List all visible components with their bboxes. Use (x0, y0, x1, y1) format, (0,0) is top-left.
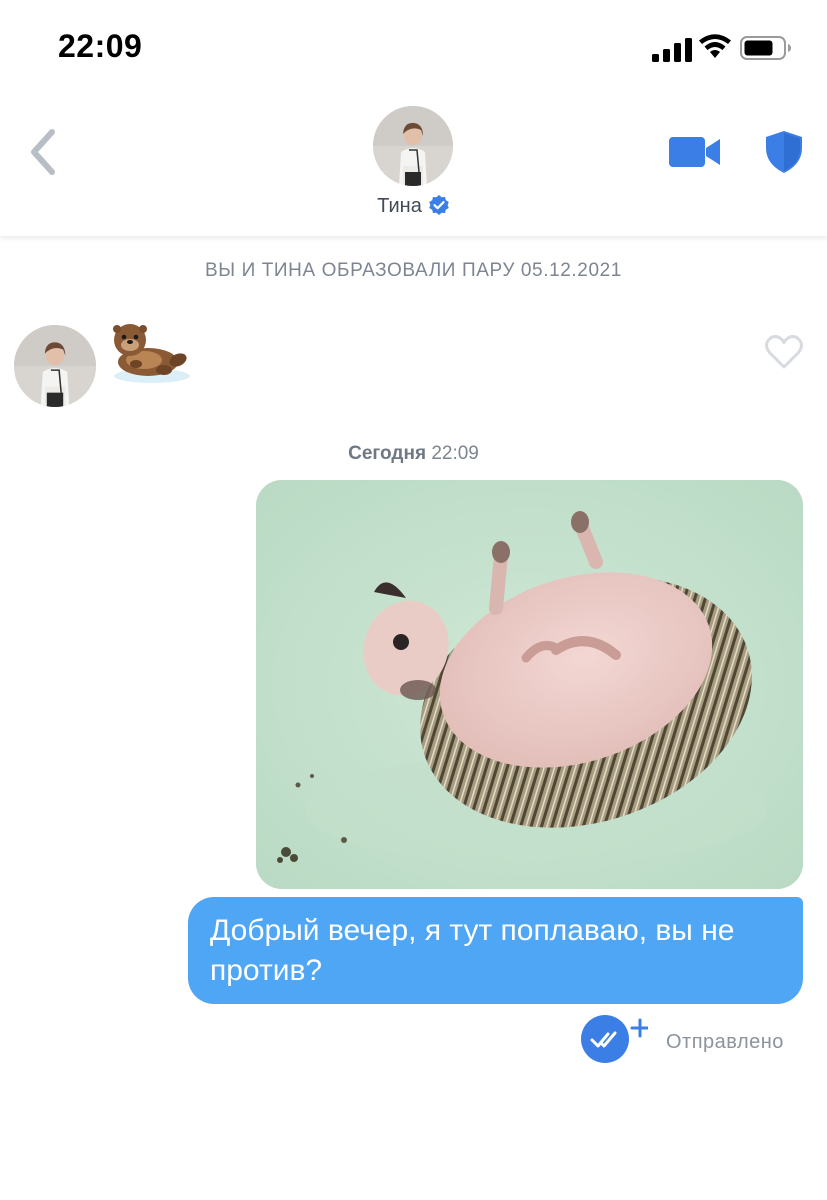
outgoing-image-message[interactable] (256, 480, 803, 889)
double-check-plus-icon[interactable] (580, 1014, 648, 1064)
date-separator-day: Сегодня (348, 443, 427, 464)
chevron-left-icon[interactable] (24, 126, 64, 178)
verified-badge-icon (429, 195, 449, 215)
otter-sticker (113, 324, 190, 383)
video-camera-icon[interactable] (668, 134, 722, 170)
status-bar: 22:09 (0, 0, 827, 90)
date-separator-time: 22:09 (431, 443, 479, 464)
battery-icon (740, 36, 791, 60)
outgoing-text-message[interactable]: Добрый вечер, я тут поплаваю, вы не прот… (188, 897, 803, 1004)
heart-outline-icon[interactable] (764, 334, 804, 370)
contact-avatar[interactable] (373, 106, 453, 186)
sender-avatar[interactable] (14, 325, 96, 407)
avatar-photo (373, 106, 453, 186)
contact-name-row[interactable]: Тина (0, 194, 827, 218)
message-text: Добрый вечер, я тут поплаваю, вы не прот… (210, 914, 735, 987)
avatar-photo (14, 325, 96, 407)
shield-icon[interactable] (764, 130, 804, 174)
status-time: 22:09 (58, 28, 143, 64)
contact-name: Тина (377, 195, 422, 217)
message-status: Отправлено (666, 1031, 784, 1053)
cellular-signal-icon (652, 38, 692, 62)
match-notice: ВЫ И ТИНА ОБРАЗОВАЛИ ПАРУ 05.12.2021 (205, 260, 622, 281)
wifi-icon (699, 34, 731, 58)
date-separator: Сегодня 22:09 (0, 443, 827, 465)
chat-header: Тина (0, 90, 827, 236)
floating-hedgehog-image (256, 480, 803, 889)
